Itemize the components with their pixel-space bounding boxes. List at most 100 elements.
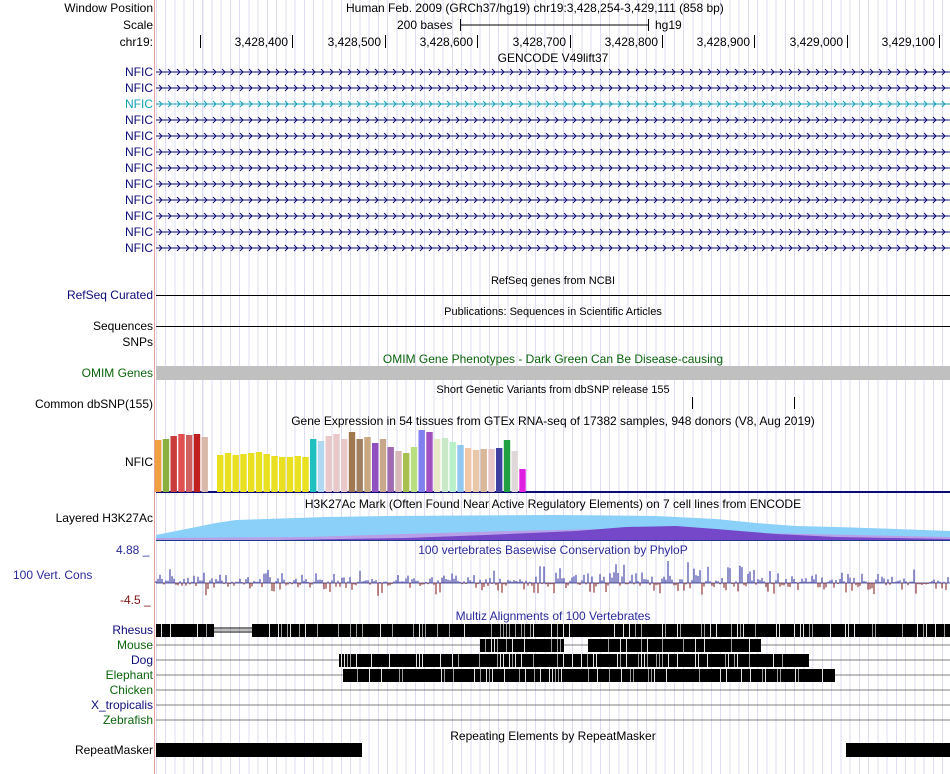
gencode-transcript[interactable] <box>156 243 950 253</box>
multiz-mismatch <box>648 669 649 682</box>
multiz-mismatch <box>845 624 846 637</box>
multiz-mismatch <box>762 669 763 682</box>
multiz-species-label[interactable]: Zebrafish <box>103 713 153 727</box>
phylop-min-label: -4.5 _ <box>120 593 151 607</box>
ruler-tick <box>200 35 201 48</box>
multiz-mismatch <box>485 639 486 652</box>
gtex-track-label[interactable]: NFIC <box>125 455 153 469</box>
multiz-mismatch <box>923 624 924 637</box>
multiz-mismatch <box>509 624 510 637</box>
gtex-tissue-bar <box>294 456 301 492</box>
gencode-transcript-label[interactable]: NFIC <box>125 209 153 223</box>
gencode-transcript-label[interactable]: NFIC <box>125 129 153 143</box>
multiz-mismatch <box>413 624 414 637</box>
multiz-mismatch <box>402 669 403 682</box>
gencode-transcript[interactable] <box>156 99 950 109</box>
ruler-tick-label: 3,428,400 <box>234 35 288 49</box>
phylop-track-label[interactable]: 100 Vert. Cons <box>13 568 92 582</box>
refseq-track-label[interactable]: RefSeq Curated <box>67 288 153 302</box>
gtex-tissue-bar <box>325 436 332 492</box>
multiz-mismatch <box>437 624 438 637</box>
gencode-transcript[interactable] <box>156 211 950 221</box>
gtex-tissue-bar <box>279 457 286 492</box>
dbsnp-variant-mark[interactable] <box>794 397 795 409</box>
multiz-mismatch <box>773 654 774 667</box>
multiz-alignments[interactable] <box>156 622 950 726</box>
multiz-mismatch <box>848 624 849 637</box>
h3k27ac-track-label[interactable]: Layered H3K27Ac <box>56 511 153 525</box>
gencode-transcript-label[interactable]: NFIC <box>125 145 153 159</box>
snps-track-label[interactable]: SNPs <box>122 335 153 349</box>
gencode-transcript-label[interactable]: NFIC <box>125 81 153 95</box>
multiz-mismatch <box>614 624 615 637</box>
h3k27ac-signal[interactable] <box>156 511 950 541</box>
multiz-mismatch <box>800 624 801 637</box>
multiz-mismatch <box>419 624 420 637</box>
multiz-mismatch <box>587 654 588 667</box>
multiz-mismatch <box>416 654 417 667</box>
multiz-mismatch <box>704 624 705 637</box>
window-position-label: Window Position <box>64 1 153 15</box>
gencode-transcript[interactable] <box>156 227 950 237</box>
gencode-transcript-label[interactable]: NFIC <box>125 113 153 127</box>
label-separator <box>154 0 155 774</box>
multiz-species-label[interactable]: Rhesus <box>112 623 153 637</box>
multiz-mismatch <box>449 624 450 637</box>
genome-browser-image[interactable]: Window Position Human Feb. 2009 (GRCh37/… <box>0 0 950 774</box>
multiz-mismatch <box>480 669 481 682</box>
gtex-tissue-bar <box>387 447 394 492</box>
repeatmasker-track-label[interactable]: RepeatMasker <box>75 743 153 757</box>
gencode-transcript[interactable] <box>156 163 950 173</box>
multiz-mismatch <box>698 654 699 667</box>
multiz-mismatch <box>620 654 621 667</box>
multiz-mismatch <box>356 624 357 637</box>
repeat-element[interactable] <box>846 743 950 757</box>
phylop-negative-scores <box>163 583 947 596</box>
repeat-element[interactable] <box>156 743 362 757</box>
multiz-mismatch <box>281 624 282 637</box>
multiz-mismatch <box>812 624 813 637</box>
phylop-signal[interactable] <box>155 558 950 608</box>
gtex-tissue-bar <box>441 438 449 492</box>
gencode-transcript-label[interactable]: NFIC <box>125 193 153 207</box>
multiz-mismatch <box>720 669 721 682</box>
gtex-tissue-bar <box>310 439 317 492</box>
phylop-positive-scores <box>155 561 949 583</box>
ruler-tick-label: 3,428,500 <box>327 35 381 49</box>
multiz-mismatch <box>944 624 945 637</box>
omim-track-label[interactable]: OMIM Genes <box>82 366 153 380</box>
multiz-mismatch <box>822 669 823 682</box>
multiz-mismatch <box>350 624 351 637</box>
multiz-mismatch <box>659 654 660 667</box>
gencode-transcript-label[interactable]: NFIC <box>125 241 153 255</box>
multiz-species-label[interactable]: Chicken <box>110 683 153 697</box>
gencode-transcript-label[interactable]: NFIC <box>125 177 153 191</box>
multiz-mismatch <box>497 639 498 652</box>
multiz-mismatch <box>525 669 526 682</box>
multiz-species-label[interactable]: X_tropicalis <box>91 698 153 712</box>
multiz-species-label[interactable]: Dog <box>131 653 153 667</box>
multiz-species-label[interactable]: Elephant <box>106 668 153 682</box>
gencode-transcript[interactable] <box>156 179 950 189</box>
dbsnp-variant-mark[interactable] <box>692 397 693 409</box>
gencode-transcript[interactable] <box>156 131 950 141</box>
gencode-transcript[interactable] <box>156 195 950 205</box>
dbsnp-track-label[interactable]: Common dbSNP(155) <box>35 397 153 411</box>
gencode-transcript[interactable] <box>156 83 950 93</box>
multiz-mismatch <box>809 624 810 637</box>
multiz-species-label[interactable]: Mouse <box>117 638 153 652</box>
multiz-mismatch <box>170 624 171 637</box>
multiz-mismatch <box>737 654 738 667</box>
gencode-transcript-label[interactable]: NFIC <box>125 161 153 175</box>
gencode-transcript-label[interactable]: NFIC <box>125 97 153 111</box>
gencode-transcript[interactable] <box>156 67 950 77</box>
publications-track-label[interactable]: Sequences <box>93 319 153 333</box>
gencode-transcript-label[interactable]: NFIC <box>125 65 153 79</box>
gencode-transcript[interactable] <box>156 115 950 125</box>
multiz-mismatch <box>830 624 831 637</box>
gencode-transcript-label[interactable]: NFIC <box>125 225 153 239</box>
multiz-mismatch <box>419 654 420 667</box>
omim-track-bar[interactable] <box>156 366 950 380</box>
gtex-bar-chart[interactable] <box>155 430 535 492</box>
gencode-transcript[interactable] <box>156 147 950 157</box>
